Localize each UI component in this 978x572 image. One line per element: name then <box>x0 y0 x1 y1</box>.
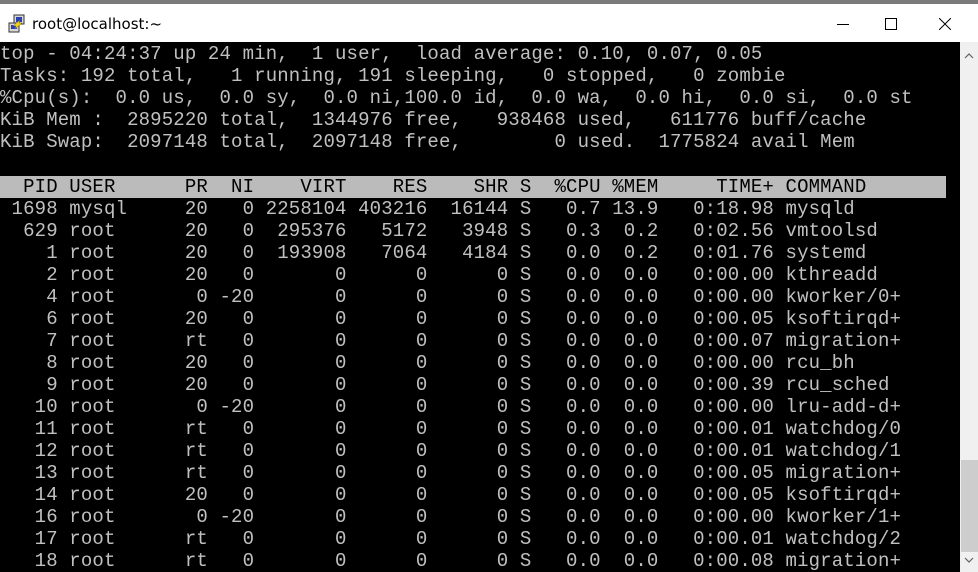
window-title: root@localhost:~ <box>32 15 163 33</box>
process-row: 16 root 0 -20 0 0 0 S 0.0 0.0 0:00.00 kw… <box>0 506 902 528</box>
top-cpu-line: %Cpu(s): 0.0 us, 0.0 sy, 0.0 ni,100.0 id… <box>0 87 913 109</box>
minimize-button[interactable] <box>820 8 866 44</box>
process-table-header: PID USER PR NI VIRT RES SHR S %CPU %MEM … <box>0 176 946 198</box>
top-mem-line: KiB Mem : 2895220 total, 1344976 free, 9… <box>0 109 867 131</box>
close-button[interactable] <box>922 8 968 44</box>
terminal-screen[interactable]: top - 04:24:37 up 24 min, 1 user, load a… <box>0 42 960 572</box>
process-row: 7 root rt 0 0 0 0 S 0.0 0.0 0:00.07 migr… <box>0 330 902 352</box>
process-row: 18 root rt 0 0 0 0 S 0.0 0.0 0:00.08 mig… <box>0 550 902 572</box>
process-table-header-text: PID USER PR NI VIRT RES SHR S %CPU %MEM … <box>0 176 867 198</box>
process-row: 629 root 20 0 295376 5172 3948 S 0.3 0.2… <box>0 220 878 242</box>
scroll-down-button[interactable] <box>960 550 978 568</box>
top-swap-line: KiB Swap: 2097148 total, 2097148 free, 0… <box>0 131 855 153</box>
chevron-up-icon <box>964 46 974 64</box>
close-icon <box>938 17 952 35</box>
vertical-scrollbar[interactable] <box>960 42 978 572</box>
process-row: 14 root 20 0 0 0 0 S 0.0 0.0 0:00.05 kso… <box>0 484 902 506</box>
process-row: 12 root rt 0 0 0 0 S 0.0 0.0 0:00.01 wat… <box>0 440 902 462</box>
process-row: 1698 mysql 20 0 2258104 403216 16144 S 0… <box>0 198 855 220</box>
putty-icon <box>7 14 27 34</box>
scroll-up-button[interactable] <box>960 46 978 64</box>
top-uptime-line: top - 04:24:37 up 24 min, 1 user, load a… <box>0 43 763 65</box>
process-row: 8 root 20 0 0 0 0 S 0.0 0.0 0:00.00 rcu_… <box>0 352 855 374</box>
process-row: 6 root 20 0 0 0 0 S 0.0 0.0 0:00.05 ksof… <box>0 308 902 330</box>
process-row: 2 root 20 0 0 0 0 S 0.0 0.0 0:00.00 kthr… <box>0 264 878 286</box>
maximize-icon <box>885 17 897 35</box>
process-row: 17 root rt 0 0 0 0 S 0.0 0.0 0:00.01 wat… <box>0 528 902 550</box>
top-tasks-line: Tasks: 192 total, 1 running, 191 sleepin… <box>0 65 786 87</box>
maximize-button[interactable] <box>868 8 914 44</box>
process-row: 9 root 20 0 0 0 0 S 0.0 0.0 0:00.39 rcu_… <box>0 374 890 396</box>
process-row: 1 root 20 0 193908 7064 4184 S 0.0 0.2 0… <box>0 242 867 264</box>
process-row: 10 root 0 -20 0 0 0 S 0.0 0.0 0:00.00 lr… <box>0 396 902 418</box>
process-row: 13 root rt 0 0 0 0 S 0.0 0.0 0:00.05 mig… <box>0 462 902 484</box>
process-row: 4 root 0 -20 0 0 0 S 0.0 0.0 0:00.00 kwo… <box>0 286 902 308</box>
window-titlebar[interactable]: root@localhost:~ <box>0 0 978 44</box>
chevron-down-icon <box>964 550 974 568</box>
minimize-icon <box>837 17 849 35</box>
process-row: 11 root rt 0 0 0 0 S 0.0 0.0 0:00.01 wat… <box>0 418 902 440</box>
scrollbar-thumb[interactable] <box>961 460 978 552</box>
